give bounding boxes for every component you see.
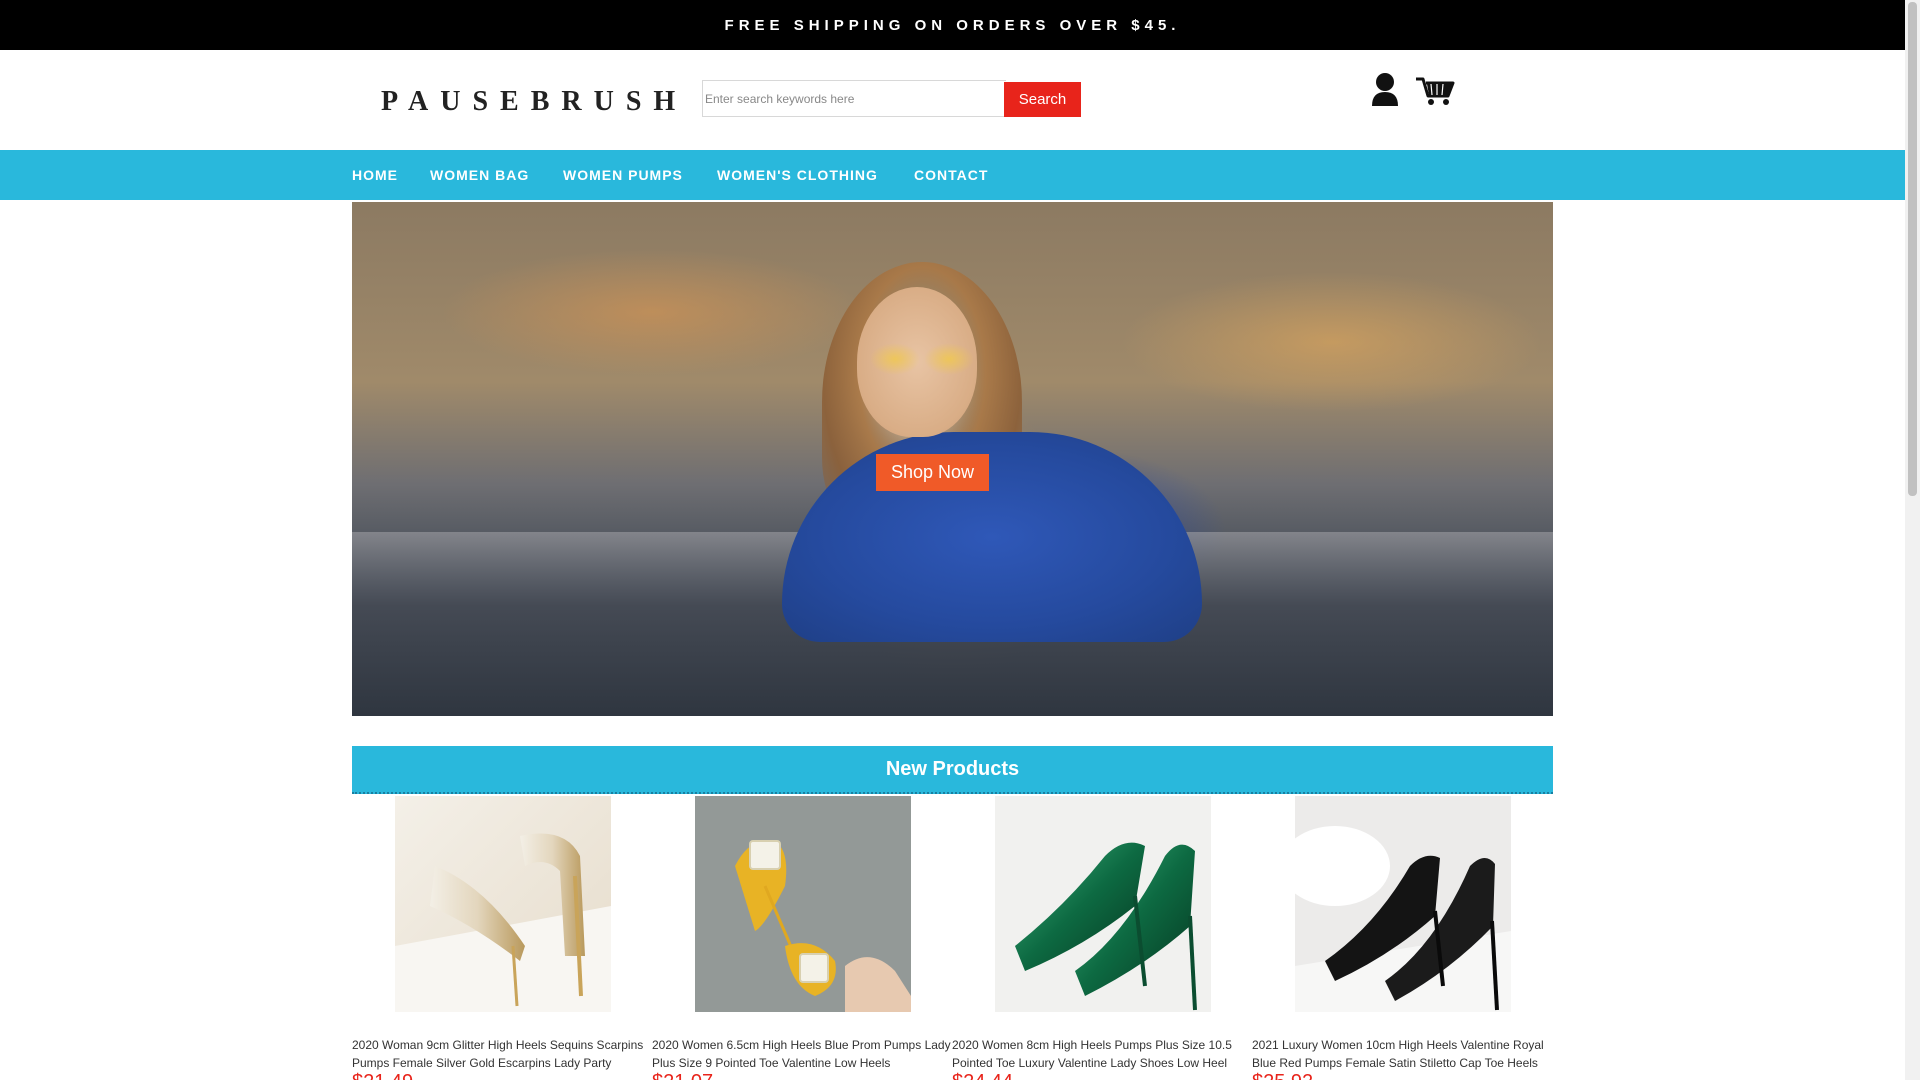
product-price: $25.92 <box>1252 1070 1313 1080</box>
product-image[interactable] <box>395 796 611 1012</box>
search-input[interactable] <box>702 80 1006 117</box>
new-products-header: New Products <box>352 746 1553 794</box>
nav-item-home[interactable]: HOME <box>352 150 398 200</box>
product-price: $21.07 <box>652 1070 713 1080</box>
product-title[interactable]: 2020 Woman 9cm Glitter High Heels Sequin… <box>352 1036 652 1072</box>
nav-item-contact[interactable]: CONTACT <box>914 150 988 200</box>
site-header: PAUSEBRUSH Search <box>0 50 1905 150</box>
promo-bar: FREE SHIPPING ON ORDERS OVER $45. <box>0 0 1905 50</box>
search-button[interactable]: Search <box>1004 82 1081 117</box>
nav-item-womens-clothing[interactable]: WOMEN'S CLOTHING <box>717 150 878 200</box>
site-logo[interactable]: PAUSEBRUSH <box>381 86 687 118</box>
hero-model-sunglasses <box>867 342 977 376</box>
product-image[interactable] <box>995 796 1211 1012</box>
user-icon[interactable] <box>1372 72 1398 106</box>
product-title[interactable]: 2020 Women 6.5cm High Heels Blue Prom Pu… <box>652 1036 952 1072</box>
nav-item-women-bag[interactable]: WOMEN BAG <box>430 150 529 200</box>
nav-item-women-pumps[interactable]: WOMEN PUMPS <box>563 150 683 200</box>
product-title[interactable]: 2020 Women 8cm High Heels Pumps Plus Siz… <box>952 1036 1252 1072</box>
product-image[interactable] <box>1295 796 1511 1012</box>
product-price: $21.49 <box>352 1070 413 1080</box>
page-scrollbar-thumb[interactable] <box>1908 2 1917 496</box>
promo-text: FREE SHIPPING ON ORDERS OVER $45. <box>724 16 1181 34</box>
section-title: New Products <box>885 757 1020 780</box>
shop-now-button[interactable]: Shop Now <box>876 454 989 491</box>
product-image[interactable] <box>695 796 911 1012</box>
main-nav: HOME WOMEN BAG WOMEN PUMPS WOMEN'S CLOTH… <box>0 150 1905 200</box>
cart-icon[interactable] <box>1416 76 1456 106</box>
product-price: $24.44 <box>952 1070 1013 1080</box>
product-title[interactable]: 2021 Luxury Women 10cm High Heels Valent… <box>1252 1036 1552 1072</box>
